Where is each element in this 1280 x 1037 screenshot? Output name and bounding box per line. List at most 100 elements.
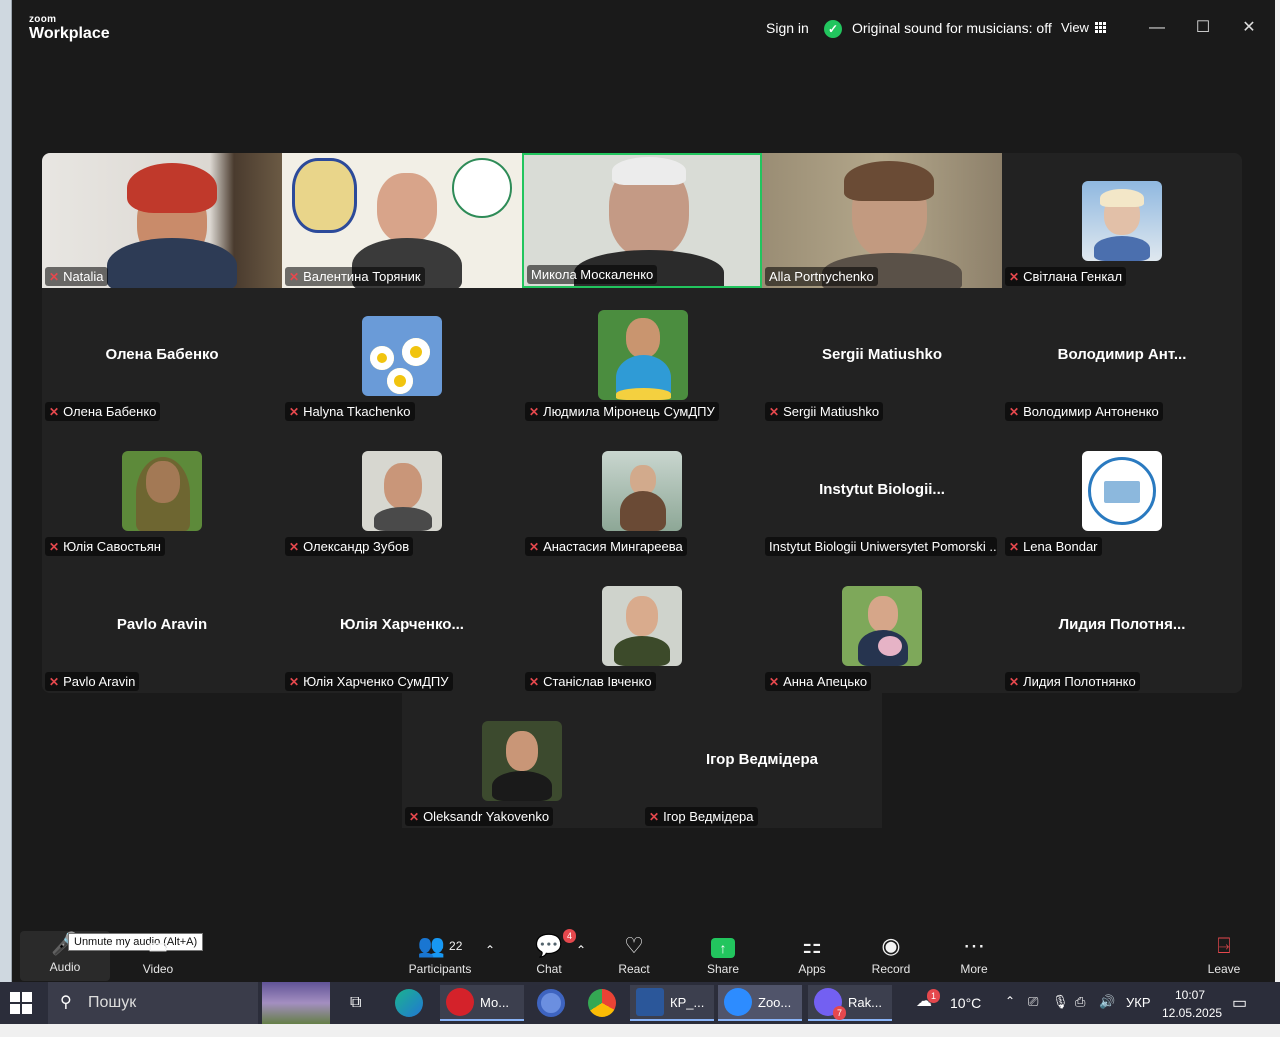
- chat-button[interactable]: 💬 4 Chat: [532, 929, 576, 976]
- participant-name: Pavlo Aravin: [63, 674, 136, 689]
- react-button[interactable]: ♡ React: [614, 933, 654, 976]
- participant-name: Станіслав Івченко: [543, 674, 652, 689]
- network-icon[interactable]: ⎙: [1075, 994, 1085, 1036]
- name-tile[interactable]: Ігор Ведмідера ✕ Ігор Ведмідера: [642, 693, 882, 828]
- chromium-icon[interactable]: [537, 989, 565, 1031]
- participant-display-name: Володимир Ант...: [1057, 346, 1187, 363]
- muted-mic-icon: ✕: [289, 404, 300, 419]
- participant-label: ✕ Юлія Харченко СумДПУ: [285, 672, 453, 691]
- minimize-button[interactable]: —: [1143, 14, 1171, 42]
- name-tile[interactable]: Володимир Ант... ✕ Володимир Антоненко: [1002, 288, 1242, 423]
- shield-check-icon: ✓: [824, 20, 842, 38]
- video-tile[interactable]: ✕ Валентина Торяник: [282, 153, 522, 288]
- tray-overflow-icon[interactable]: ⌃: [1005, 994, 1015, 1036]
- name-tile[interactable]: Лидия Полотня... ✕ Лидия Полотнянко: [1002, 558, 1242, 693]
- muted-mic-icon: ✕: [49, 674, 60, 689]
- avatar: [598, 310, 688, 400]
- taskbar-zoom[interactable]: Zoo...: [718, 985, 802, 1021]
- avatar-tile[interactable]: ✕ Анастасия Мингареева: [522, 423, 762, 558]
- avatar-tile[interactable]: ✕ Oleksandr Yakovenko: [402, 693, 642, 828]
- participant-name: Анна Апецько: [783, 674, 868, 689]
- video-tile[interactable]: ✕ Natalia: [42, 153, 282, 288]
- avatar-tile[interactable]: ✕ Halyna Tkachenko: [282, 288, 522, 423]
- participants-icon: 👥 22: [417, 933, 463, 958]
- muted-mic-icon: ✕: [529, 404, 540, 419]
- participant-name: Ігор Ведмідера: [663, 809, 754, 824]
- more-button[interactable]: ⋯ More: [956, 933, 992, 976]
- muted-mic-icon: ✕: [289, 269, 300, 284]
- task-view-icon[interactable]: ⧉: [350, 994, 361, 1036]
- chrome-icon[interactable]: [588, 989, 616, 1031]
- apps-button[interactable]: ⚏ Apps: [792, 933, 832, 976]
- avatar: [482, 721, 562, 801]
- weather-icon[interactable]: ☁ 1: [916, 989, 940, 1033]
- participant-label: ✕ Валентина Торяник: [285, 267, 425, 286]
- windows-start-icon[interactable]: [10, 992, 32, 1014]
- avatar: [362, 451, 442, 531]
- name-tile[interactable]: Юлія Харченко... ✕ Юлія Харченко СумДПУ: [282, 558, 522, 693]
- taskbar-viber[interactable]: 7 Rak...: [808, 985, 892, 1021]
- sign-in-link[interactable]: Sign in: [766, 20, 809, 36]
- avatar-tile[interactable]: ✕ Людмила Міронець СумДПУ: [522, 288, 762, 423]
- video-tile-active-speaker[interactable]: Микола Москаленко: [522, 153, 762, 288]
- participant-label: ✕ Олександр Зубов: [285, 537, 414, 556]
- video-button[interactable]: ▭ Video: [130, 933, 186, 976]
- record-button[interactable]: ◉ Record: [869, 933, 913, 976]
- more-label: More: [960, 962, 988, 976]
- taskbar-word[interactable]: КР_...: [630, 985, 714, 1021]
- participant-label: ✕ Pavlo Aravin: [45, 672, 140, 691]
- share-button[interactable]: ↑ Share: [702, 933, 744, 976]
- avatar-tile[interactable]: ✕ Олександр Зубов: [282, 423, 522, 558]
- name-tile[interactable]: Sergii Matiushko ✕ Sergii Matiushko: [762, 288, 1002, 423]
- microphone-icon[interactable]: 🎙: [1052, 994, 1069, 1036]
- participant-display-name: Sergii Matiushko: [821, 346, 943, 363]
- video-tile[interactable]: Alla Portnychenko: [762, 153, 1002, 288]
- participants-caret-icon[interactable]: ⌃: [484, 943, 496, 957]
- name-tile[interactable]: Pavlo Aravin ✕ Pavlo Aravin: [42, 558, 282, 693]
- audio-label: Audio: [49, 960, 81, 974]
- original-sound-toggle[interactable]: Original sound for musicians: off: [852, 20, 1052, 36]
- maximize-button[interactable]: ☐: [1189, 14, 1217, 42]
- avatar: [602, 586, 682, 666]
- taskbar-opera[interactable]: Мо...: [440, 985, 524, 1021]
- avatar-tile[interactable]: ✕ Світлана Генкал: [1002, 153, 1242, 288]
- muted-mic-icon: ✕: [769, 674, 780, 689]
- avatar-tile[interactable]: ✕ Юлія Савостьян: [42, 423, 282, 558]
- participants-button[interactable]: 👥 22 Participants: [402, 933, 478, 976]
- notifications-icon[interactable]: ▭: [1232, 993, 1247, 1035]
- share-label: Share: [706, 962, 740, 976]
- search-placeholder: Пошук: [88, 994, 137, 1011]
- apps-icon: ⚏: [802, 933, 822, 958]
- participant-name: Юлія Савостьян: [63, 539, 161, 554]
- name-tile[interactable]: Олена Бабенко ✕ Олена Бабенко: [42, 288, 282, 423]
- name-tile[interactable]: Instytut Biologii... Instytut Biologii U…: [762, 423, 1002, 558]
- edge-icon[interactable]: [395, 989, 423, 1031]
- participant-name: Микола Москаленко: [531, 267, 654, 282]
- participant-name: Instytut Biologii Uniwersytet Pomorski .…: [769, 539, 997, 554]
- participant-label: ✕ Лидия Полотнянко: [1005, 672, 1140, 691]
- volume-icon[interactable]: 🔊: [1099, 994, 1115, 1036]
- avatar: [362, 316, 442, 396]
- meet-now-icon[interactable]: ⎚: [1028, 994, 1038, 1036]
- grid-view-icon[interactable]: [1095, 22, 1106, 33]
- apps-label: Apps: [798, 962, 826, 976]
- input-language[interactable]: УКР: [1126, 995, 1151, 1037]
- avatar-tile[interactable]: ✕ Станіслав Івченко: [522, 558, 762, 693]
- temperature[interactable]: 10°C: [950, 995, 981, 1037]
- chat-caret-icon[interactable]: ⌃: [575, 943, 587, 957]
- view-button[interactable]: View: [1061, 20, 1089, 35]
- participant-name: Олександр Зубов: [303, 539, 410, 554]
- taskbar-search[interactable]: ⚲ Пошук: [48, 982, 258, 1024]
- leave-button[interactable]: ⍈ Leave: [1206, 933, 1242, 976]
- participant-name: Анастасия Мингареева: [543, 539, 683, 554]
- avatar-tile[interactable]: ✕ Анна Апецько: [762, 558, 1002, 693]
- avatar-tile[interactable]: ✕ Lena Bondar: [1002, 423, 1242, 558]
- muted-mic-icon: ✕: [769, 404, 780, 419]
- participant-label: Instytut Biologii Uniwersytet Pomorski .…: [765, 537, 997, 556]
- participant-display-name: Instytut Biologii...: [819, 481, 945, 498]
- close-button[interactable]: ✕: [1235, 14, 1263, 42]
- participant-name: Natalia: [63, 269, 104, 284]
- participant-name: Alla Portnychenko: [769, 269, 874, 284]
- logo-zoom: zoom: [29, 14, 57, 25]
- leave-door-icon: ⍈: [1217, 933, 1231, 958]
